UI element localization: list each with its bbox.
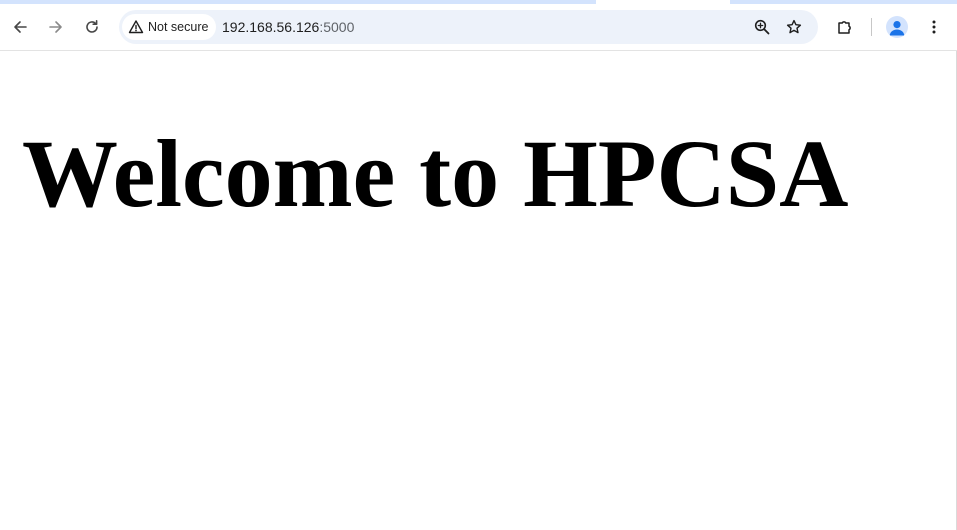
extensions-button[interactable]: [829, 11, 861, 43]
profile-avatar-icon: [889, 21, 905, 36]
profile-button[interactable]: [886, 16, 908, 38]
url-text[interactable]: 192.168.56.126:5000: [222, 10, 354, 44]
browser-menu-button[interactable]: [918, 11, 950, 43]
arrow-back-icon: [14, 21, 27, 33]
back-button[interactable]: [4, 11, 36, 43]
warning-triangle-icon: [128, 20, 144, 34]
star-outline-icon: [786, 19, 802, 34]
security-label: Not secure: [148, 20, 209, 34]
zoom-in-icon: [754, 19, 770, 35]
more-vertical-icon: [932, 20, 936, 34]
browser-window: Not secure 192.168.56.126:5000 Welcome t…: [0, 0, 957, 530]
arrow-forward-icon: [49, 21, 62, 33]
page-title: Welcome to HPCSA: [22, 120, 849, 227]
toolbar-divider: [871, 18, 872, 36]
puzzle-piece-icon: [838, 21, 851, 34]
browser-toolbar: Not secure 192.168.56.126:5000: [0, 4, 957, 51]
address-bar[interactable]: Not secure 192.168.56.126:5000: [119, 10, 818, 44]
zoom-button[interactable]: [746, 11, 778, 43]
security-chip[interactable]: Not secure: [122, 14, 217, 40]
bookmark-button[interactable]: [778, 11, 810, 43]
forward-button[interactable]: [40, 11, 72, 43]
page-content: Welcome to HPCSA: [0, 51, 956, 530]
url-host: 192.168.56.126: [222, 19, 320, 35]
reload-icon: [86, 20, 98, 33]
url-port: :5000: [319, 19, 355, 35]
reload-button[interactable]: [76, 11, 108, 43]
